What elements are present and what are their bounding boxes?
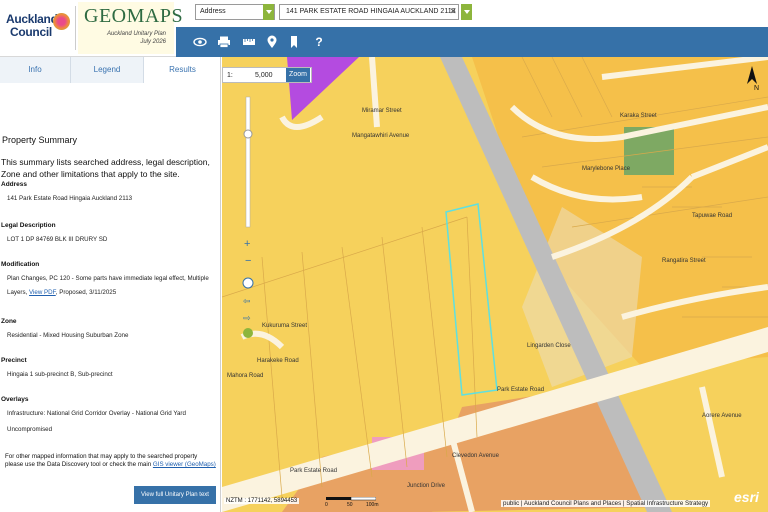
app-version: July 2026 (140, 39, 166, 45)
legal-description-label: Legal Description (1, 222, 56, 229)
auckland-council-logo[interactable]: Auckland Council (6, 10, 70, 44)
street-label-kukuruma: Kukuruma Street (262, 323, 307, 329)
street-label-harakeke: Harakeke Road (257, 358, 299, 364)
subject-site-outline[interactable] (445, 203, 498, 396)
bookmark-icon[interactable] (287, 35, 301, 49)
ruler-icon[interactable] (242, 35, 256, 49)
arrow-right-icon[interactable]: ⇨ (243, 314, 251, 324)
search-type-dropdown-button[interactable] (263, 4, 274, 20)
esri-logo: esri (734, 489, 759, 505)
council-name-line1: Auckland (6, 12, 58, 26)
zoom-out-icon[interactable]: − (245, 255, 251, 267)
scale-prefix: 1: (227, 72, 233, 79)
modification-value: Plan Changes, PC 120 - Some parts have i… (7, 272, 219, 299)
street-label-aorere: Aorere Avenue (702, 413, 742, 419)
scale-label-0: 0 (325, 502, 328, 508)
summary-title: Property Summary (2, 135, 78, 145)
coordinate-readout: NZTM : 1771142, 5894453 (224, 498, 300, 504)
street-label-lingarden: Lingarden Close (527, 343, 571, 349)
council-flower-icon (53, 13, 70, 30)
view-full-unitary-plan-button[interactable]: View full Unitary Plan text (134, 486, 216, 504)
modification-line1: Plan Changes, PC 120 - Some parts have i… (7, 275, 209, 282)
help-icon[interactable]: ? (312, 35, 326, 49)
precinct-label: Precinct (1, 357, 27, 364)
overlays-value: Infrastructure: National Grid Corridor O… (7, 407, 219, 436)
overlays-line2: Uncompromised (7, 426, 53, 433)
council-name-line2: Council (10, 25, 52, 39)
street-label-rangatira: Rangatira Street (662, 258, 706, 264)
precinct-value: Hingaia 1 sub-precinct B, Sub-precinct (7, 371, 113, 378)
eye-icon[interactable] (193, 35, 207, 49)
map-canvas[interactable]: Park Estate Road Park Estate Road Maryle… (222, 57, 768, 512)
street-label-miramar: Miramar Street (362, 108, 402, 114)
summary-description: This summary lists searched address, leg… (1, 157, 210, 179)
zoom-button[interactable]: Zoom (286, 68, 310, 82)
scale-bar: 0 50 100m (325, 497, 379, 509)
street-label-junction: Junction Drive (407, 483, 446, 489)
scale-value[interactable]: 5,000 (255, 68, 273, 84)
street-label-mahora: Mahora Road (227, 373, 263, 379)
zone-value: Residential - Mixed Housing Suburban Zon… (7, 332, 129, 339)
address-value: 141 Park Estate Road Hingaia Auckland 21… (7, 195, 133, 202)
address-label: Address (1, 181, 28, 188)
header-divider (75, 6, 76, 50)
results-panel: Info Legend Results Property Summary Thi… (0, 57, 221, 512)
street-label-park-estate-2: Park Estate Road (290, 468, 337, 474)
modification-label: Modification (1, 261, 40, 268)
north-label: N (754, 85, 760, 92)
north-arrow-icon: N (744, 65, 760, 95)
scale-label-100: 100m (366, 502, 379, 508)
street-label-clevedon: Clevedon Avenue (452, 453, 500, 459)
print-icon[interactable] (217, 35, 231, 49)
tab-legend[interactable]: Legend (71, 57, 144, 83)
search-dropdown-button[interactable] (461, 4, 472, 20)
gis-viewer-link[interactable]: GIS viewer (GeoMaps) (153, 461, 216, 468)
panel-tabs: Info Legend Results (0, 57, 220, 83)
street-label-karaka: Karaka Street (620, 113, 657, 119)
overlays-label: Overlays (1, 396, 29, 403)
zoom-slider-handle[interactable] (243, 129, 253, 139)
modification-line2-suffix: , Proposed, 3/11/2025 (55, 289, 117, 296)
street-label-marylebone: Marylebone Place (582, 166, 631, 172)
legal-description-value: LOT 1 DP 84769 BLK III DRURY SD (7, 236, 108, 243)
modification-line2-prefix: Layers, (7, 289, 28, 296)
map-attribution: public | Auckland Council Plans and Plac… (501, 500, 711, 507)
geomaps-app: Auckland Council GEOMAPS Auckland Unitar… (0, 0, 768, 512)
tab-info[interactable]: Info (0, 57, 71, 83)
search-input[interactable]: 141 PARK ESTATE ROAD HINGAIA AUCKLAND 21… (279, 4, 459, 20)
map-toolbar: ? (176, 27, 768, 57)
location-pin-icon[interactable] (265, 35, 279, 49)
globe-icon[interactable] (242, 277, 254, 289)
view-pdf-link[interactable]: View PDF (29, 289, 56, 296)
clear-search-icon[interactable]: ✕ (448, 4, 458, 20)
scale-label-50: 50 (347, 502, 353, 508)
tab-results[interactable]: Results (144, 57, 220, 83)
modification-line2: Layers, View PDF, Proposed, 3/11/2025 (7, 286, 219, 299)
overlays-line1: Infrastructure: National Grid Corridor O… (7, 410, 186, 417)
arrow-left-icon[interactable]: ⇦ (243, 297, 251, 307)
geomaps-logo: GEOMAPS Auckland Unitary Plan July 2026 (78, 2, 183, 54)
zone-label: Zone (1, 318, 17, 325)
footnote: For other mapped information that may ap… (5, 453, 217, 469)
map-view[interactable]: Park Estate Road Park Estate Road Maryle… (222, 57, 768, 512)
app-name: GEOMAPS (84, 5, 184, 27)
street-label-park-estate-1: Park Estate Road (497, 387, 544, 393)
zoom-in-icon[interactable]: + (244, 238, 250, 250)
app-subtitle: Auckland Unitary Plan (106, 31, 166, 37)
street-label-mangatawhiri: Mangatawhiri Avenue (352, 133, 410, 139)
street-label-tapuwae: Tapuwae Road (692, 213, 732, 219)
info-circle-icon[interactable] (243, 328, 253, 338)
app-header: Auckland Council GEOMAPS Auckland Unitar… (0, 0, 768, 57)
zoom-slider-track[interactable] (245, 96, 251, 228)
